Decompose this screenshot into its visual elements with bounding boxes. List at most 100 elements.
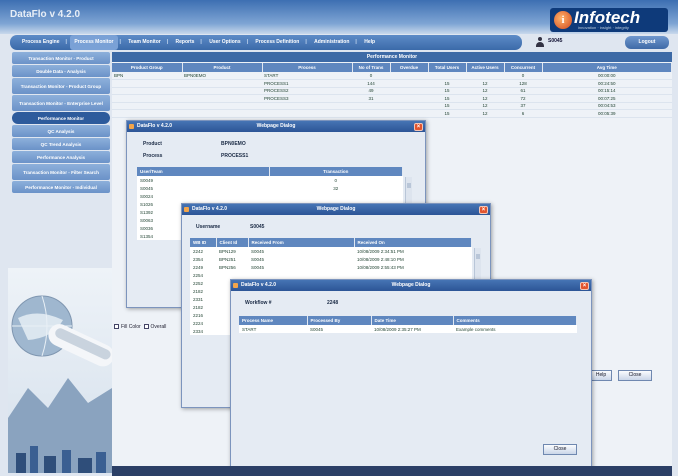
table-cell: 10/08/2009 2:35:27 PM [374,326,421,332]
table-row[interactable]: 2249 BPN256 S0045 10/08/2009 2:55:43 PM [190,263,472,271]
table-cell [182,94,262,103]
options-row: Fill Color Overall [114,324,166,330]
table-cell: PROCESS1 [262,79,352,88]
sidebar-item-transaction-product[interactable]: Transaction Monitor - Product [12,52,110,64]
close-button[interactable]: Close [618,370,652,381]
table-cell [112,94,182,103]
table-cell: 0 [334,177,337,183]
table-cell: BPN256 [219,264,236,270]
overall-label: Overall [150,324,167,330]
table-cell [182,102,262,110]
col-user-team: User/Team [137,167,270,176]
main-menu: Process Engine | Process Monitor | Team Mo… [10,35,522,50]
table-cell [352,102,390,110]
sidebar-item-performance-analysis[interactable]: Performance Analysis [12,151,110,163]
menu-administration[interactable]: Administration [310,35,353,50]
table-cell: S0045 [251,248,265,254]
table-cell [390,79,428,88]
table-cell: 37 [504,102,542,110]
menu-process-engine[interactable]: Process Engine [18,35,64,50]
table-cell [112,87,182,95]
sidebar-item-double-data[interactable]: Double Data - Analysis [12,65,110,77]
sidebar-item-performance-monitor[interactable]: Performance Monitor [12,112,110,124]
performance-table: Product Group Product Process No of Tran… [112,63,672,118]
menu-process-monitor[interactable]: Process Monitor [70,35,118,50]
menu-help[interactable]: Help [360,35,379,50]
sidebar-item-transaction-filter[interactable]: Transaction Monitor - Filter Search [12,164,110,180]
table-cell [390,72,428,80]
col-total-users: Total Users [428,63,467,72]
sidebar-item-qc-trend[interactable]: QC Trend Analysis [12,138,110,150]
help-button[interactable]: Help [590,370,612,381]
table-cell [466,72,504,80]
table-row[interactable]: 2354 BPN251 S0045 10/08/2009 2:48:10 PM [190,255,472,263]
menu-user-options[interactable]: User Options [205,35,244,50]
workflow-value: 2248 [327,300,339,306]
overall-checkbox[interactable] [143,324,149,329]
table-cell: 72 [504,94,542,103]
table-row[interactable]: 15 12 37 00:04:53 [112,102,672,110]
table-cell: S0045 [251,256,265,262]
dialog-close-icon[interactable]: × [580,281,589,290]
table-cell: 15 [428,94,466,103]
table-row[interactable]: PROCESS3 31 15 12 72 00:07:25 [112,94,672,103]
col-process: Process [262,63,353,72]
sidebar-item-transaction-product-group[interactable]: Transaction Monitor - Product Group [12,78,110,94]
product-value: BPN0EMO [221,141,246,147]
col-product: Product [182,63,263,72]
table-row[interactable]: 2254 [190,271,472,279]
table-cell: 00:24:50 [542,79,672,88]
dialog-heading: Webpage Dialog [256,123,296,129]
table-row[interactable]: 2242 BPN129 S0045 10/08/2009 2:34:51 PM [190,247,472,255]
dialog-close-icon[interactable]: × [414,122,423,131]
table-cell: 10/08/2009 2:55:43 PM [357,264,404,270]
col-client-id: Client Id [216,238,249,247]
table-row[interactable]: BPN BPN0EMO START 0 0 00:00:00 [112,72,672,80]
sidebar-item-transaction-enterprise[interactable]: Transaction Monitor - Enterprise Level [12,95,110,111]
logout-button[interactable]: Logout [625,36,669,49]
table-cell [112,79,182,88]
col-processed-by: Processed By [307,316,372,325]
table-cell [390,109,428,118]
table-cell [354,271,472,279]
username-value: S0045 [250,224,265,230]
bottom-strip [112,466,672,476]
table-cell: 2254 [193,272,204,278]
table-cell [112,109,182,118]
fill-color-checkbox[interactable] [114,324,119,329]
table-row[interactable]: S0024 [137,192,403,200]
menu-process-definition[interactable]: Process Definition [251,35,303,50]
dialog-close-icon[interactable]: × [479,205,488,214]
table-cell [390,87,428,95]
menu-reports[interactable]: Reports [172,35,199,50]
table-row[interactable]: START S0045 10/08/2009 2:35:27 PM Example c… [239,325,577,333]
fill-color-label: Fill Color [121,324,141,330]
sidebar-item-qc-analysis[interactable]: QC Analysis [12,125,110,137]
table-cell: Example comments [456,326,496,332]
table-row[interactable]: S0049 0 [137,176,403,184]
table-cell [390,102,428,110]
table-cell: BPN0EMO [182,72,262,80]
table-row[interactable]: PROCESS2 49 15 12 61 00:15:14 [112,87,672,95]
col-avg-time: Avg Time [542,63,672,72]
table-cell: PROCESS2 [262,87,352,95]
table-cell: S0045 [310,326,324,332]
table-cell [248,271,354,279]
col-process-name: Process Name [239,316,308,325]
table-cell [182,87,262,95]
table-cell: 2331 [193,296,204,302]
dialog-close-button[interactable]: Close [543,444,577,455]
table-cell: 2216 [193,312,204,318]
table-row[interactable]: S0045 32 [137,184,403,192]
sidebar-item-performance-individual[interactable]: Performance Monitor - Individual [12,181,110,193]
table-cell [182,79,262,88]
table-cell: 61 [504,87,542,95]
table-row[interactable]: PROCESS1 144 15 12 128 00:24:50 [112,79,672,88]
table-row[interactable]: 15 12 6 00:05:39 [112,109,672,118]
table-cell [352,109,390,118]
table-cell: 12 [466,102,504,110]
menu-team-monitor[interactable]: Team Monitor [124,35,164,50]
col-product-group: Product Group [112,63,183,72]
table-cell: 2354 [193,256,204,262]
table-cell: S0045 [140,185,154,191]
